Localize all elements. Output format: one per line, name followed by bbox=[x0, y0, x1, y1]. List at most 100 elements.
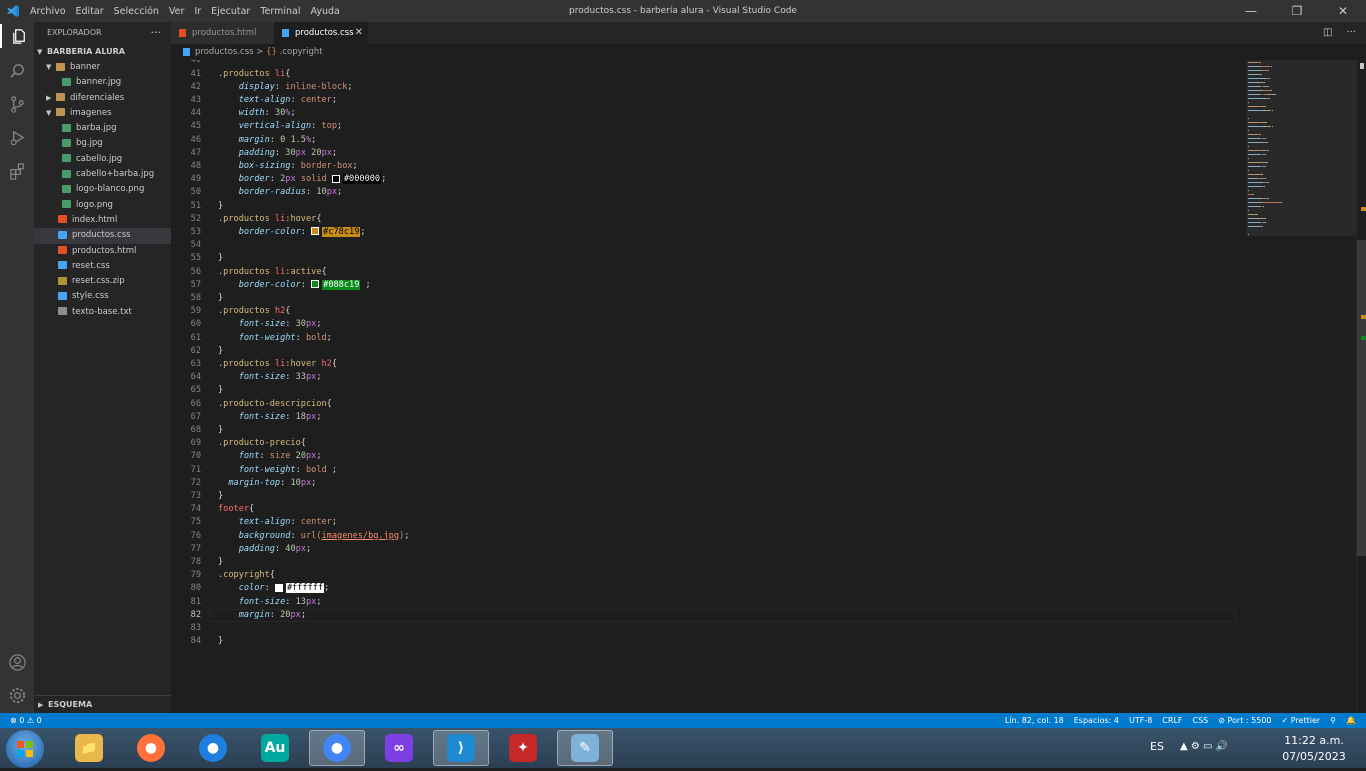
tree-item-reset-css-zip[interactable]: reset.css.zip bbox=[34, 274, 171, 289]
text-file-icon bbox=[58, 307, 67, 316]
extensions-icon bbox=[9, 162, 24, 180]
code-text: } bbox=[218, 252, 223, 265]
code-token: { bbox=[326, 398, 332, 409]
status-item[interactable]: CRLF bbox=[1162, 713, 1182, 728]
taskbar-app-paint[interactable]: ✎ bbox=[557, 730, 613, 766]
code-token: .copyright bbox=[218, 570, 270, 581]
more-actions-icon[interactable]: ··· bbox=[151, 22, 162, 44]
taskbar-app-vscode[interactable]: ⟩ bbox=[433, 730, 489, 766]
code-line: 81 font-size: 13px; bbox=[171, 596, 1236, 609]
code-token: : bbox=[290, 517, 301, 528]
tree-item-label: texto-base.txt bbox=[72, 306, 132, 317]
status-item[interactable]: 🔔 bbox=[1346, 713, 1356, 728]
tree-item-reset-css[interactable]: reset.css bbox=[34, 259, 171, 274]
color-value: #c78c19 bbox=[322, 226, 361, 237]
code-token: display bbox=[218, 81, 275, 92]
taskbar-app-firefox-dev[interactable]: ● bbox=[185, 730, 241, 766]
code-text: } bbox=[218, 200, 223, 213]
vertical-scrollbar[interactable] bbox=[1356, 60, 1366, 713]
close-tab-icon[interactable]: ✕ bbox=[355, 22, 363, 44]
color-swatch[interactable] bbox=[311, 227, 320, 236]
split-editor-icon[interactable]: ◫ bbox=[1323, 27, 1332, 38]
code-text: font-size: 18px; bbox=[218, 411, 322, 424]
tree-item-banner-jpg[interactable]: banner.jpg bbox=[34, 75, 171, 90]
minimap-viewport[interactable] bbox=[1246, 60, 1356, 236]
tree-item-cabello-barba-jpg[interactable]: cabello+barba.jpg bbox=[34, 167, 171, 182]
search-activity-button[interactable] bbox=[5, 59, 29, 83]
code-line: 83 bbox=[171, 622, 1236, 635]
more-actions-icon[interactable]: ··· bbox=[1346, 27, 1356, 38]
tree-item-productos-css[interactable]: productos.css bbox=[34, 228, 171, 244]
code-line: 62} bbox=[171, 345, 1236, 358]
code-token: inline-block bbox=[285, 81, 348, 92]
tree-item-barba-jpg[interactable]: barba.jpg bbox=[34, 121, 171, 136]
line-number: 47 bbox=[190, 147, 201, 158]
color-swatch[interactable] bbox=[274, 583, 283, 592]
code-editor[interactable]: 40 41 .productos li{42 display: inline-blo… bbox=[171, 60, 1246, 713]
code-token: border-radius bbox=[218, 187, 306, 198]
status-item[interactable]: ✓ Prettier bbox=[1282, 713, 1321, 728]
clock[interactable]: 11:22 a.m. 07/05/2023 bbox=[1274, 733, 1354, 765]
image-file-icon bbox=[62, 200, 71, 209]
project-folder-header[interactable]: ▼ BARBERIA ALURA bbox=[34, 44, 171, 60]
taskbar-app-audition[interactable]: Au bbox=[247, 730, 303, 766]
outline-section-header[interactable]: ▶ ESQUEMA bbox=[34, 695, 171, 713]
extensions-activity-button[interactable] bbox=[5, 159, 29, 183]
status-item[interactable]: UTF-8 bbox=[1129, 713, 1152, 728]
tree-item-diferenciales[interactable]: ▶ diferenciales bbox=[34, 91, 171, 106]
run-debug-activity-button[interactable] bbox=[5, 125, 29, 149]
code-token: px bbox=[305, 319, 317, 330]
minimize-button[interactable]: — bbox=[1228, 0, 1274, 22]
source-control-activity-button[interactable] bbox=[5, 92, 29, 116]
color-swatch[interactable] bbox=[311, 280, 320, 289]
taskbar-app-app-mask[interactable]: ∞ bbox=[371, 730, 427, 766]
tree-item-texto-base-txt[interactable]: texto-base.txt bbox=[34, 305, 171, 320]
status-item[interactable]: Lín. 82, col. 18 bbox=[1005, 713, 1064, 728]
code-line: 44 width: 30%; bbox=[171, 107, 1236, 120]
tree-item-style-css[interactable]: style.css bbox=[34, 289, 171, 304]
start-button[interactable] bbox=[6, 730, 44, 768]
tree-item-index-html[interactable]: index.html bbox=[34, 213, 171, 228]
color-swatch[interactable] bbox=[331, 174, 340, 183]
taskbar-app-file-explorer[interactable]: 📁 bbox=[61, 730, 117, 766]
language-indicator[interactable]: ES bbox=[1150, 740, 1164, 753]
tree-item-banner[interactable]: ▼ banner bbox=[34, 60, 171, 75]
tree-item-imagenes[interactable]: ▼ imagenes bbox=[34, 106, 171, 121]
tab-productos-html[interactable]: productos.html bbox=[171, 22, 274, 44]
tree-item-logo-png[interactable]: logo.png bbox=[34, 198, 171, 213]
status-item[interactable]: ⚲ bbox=[1330, 713, 1336, 728]
code-token: .productos bbox=[218, 213, 275, 224]
line-number: 40 bbox=[190, 60, 201, 66]
code-token: .producto-precio bbox=[218, 438, 301, 449]
taskbar-app-chrome[interactable]: ● bbox=[309, 730, 365, 766]
image-file-icon bbox=[62, 184, 71, 193]
line-number: 56 bbox=[190, 266, 201, 277]
breadcrumb-symbol[interactable]: .copyright bbox=[280, 47, 323, 57]
status-item[interactable]: CSS bbox=[1193, 713, 1209, 728]
problems-indicator[interactable]: ⊗ 0 ⚠ 0 bbox=[10, 713, 42, 728]
line-number: 67 bbox=[190, 411, 201, 422]
tree-item-bg-jpg[interactable]: bg.jpg bbox=[34, 136, 171, 151]
taskbar-app-firefox[interactable]: ● bbox=[123, 730, 179, 766]
scroll-thumb[interactable] bbox=[1357, 240, 1366, 556]
close-button[interactable]: ✕ bbox=[1320, 0, 1366, 22]
manage-button[interactable] bbox=[5, 683, 29, 707]
status-item[interactable]: Espacios: 4 bbox=[1074, 713, 1119, 728]
restore-button[interactable]: ❐ bbox=[1274, 0, 1320, 22]
status-item[interactable]: ⊘ Port : 5500 bbox=[1218, 713, 1271, 728]
code-token: : bbox=[285, 372, 296, 383]
taskbar-app-app-red[interactable]: ✦ bbox=[495, 730, 551, 766]
explorer-activity-button[interactable] bbox=[0, 24, 36, 48]
code-token: solid bbox=[300, 174, 332, 185]
accounts-button[interactable] bbox=[5, 650, 29, 674]
tray-icons[interactable]: ▲ ⚙ ▭ 🔊 bbox=[1180, 741, 1228, 752]
breadcrumb-file[interactable]: productos.css bbox=[195, 47, 254, 57]
tree-item-productos-html[interactable]: productos.html bbox=[34, 244, 171, 259]
line-number: 60 bbox=[190, 319, 201, 330]
tree-item-cabello-jpg[interactable]: cabello.jpg bbox=[34, 152, 171, 167]
tree-item-label: bg.jpg bbox=[76, 138, 103, 149]
tree-item-logo-blanco-png[interactable]: logo-blanco.png bbox=[34, 182, 171, 197]
tab-productos-css[interactable]: productos.css ✕ bbox=[274, 22, 368, 44]
minimap[interactable] bbox=[1246, 60, 1356, 713]
image-file-icon bbox=[62, 154, 71, 163]
